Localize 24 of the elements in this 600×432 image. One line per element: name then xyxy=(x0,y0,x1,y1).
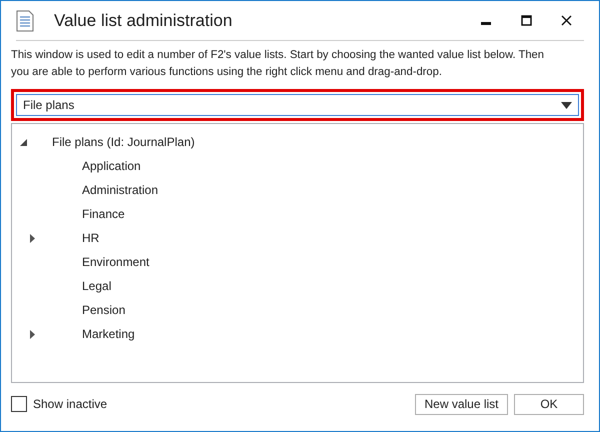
tree-item[interactable]: Application xyxy=(82,159,141,173)
document-icon xyxy=(16,10,34,32)
tree-item[interactable]: File plans (Id: JournalPlan) xyxy=(52,135,195,149)
checkbox-label: Show inactive xyxy=(33,397,108,411)
minimize-icon xyxy=(481,22,491,25)
collapsed-arrow-icon[interactable] xyxy=(30,234,35,242)
expanded-arrow-icon[interactable] xyxy=(20,138,27,146)
window-title: Value list administration xyxy=(54,10,234,30)
tree-item[interactable]: Administration xyxy=(82,183,158,197)
description-text: This window is used to edit a number of F2's value lists. Start by choosing the wanted value list below. Then you are able to perform various functions using the right click menu and drag-and-drop. xyxy=(11,48,545,80)
value-list-dropdown[interactable]: File plans xyxy=(16,94,579,116)
tree-item[interactable]: Legal xyxy=(82,279,112,293)
dialog-button[interactable]: OK xyxy=(514,394,584,414)
caret-icon xyxy=(561,102,572,108)
tree-item[interactable]: Pension xyxy=(82,303,126,317)
checkbox[interactable] xyxy=(11,396,27,412)
maximize-icon xyxy=(520,15,532,26)
tree-item[interactable]: Environment xyxy=(82,255,150,269)
tree-item[interactable]: HR xyxy=(82,231,100,245)
tree-item[interactable]: Marketing xyxy=(82,327,135,341)
dialog-button[interactable]: New value list xyxy=(415,394,508,414)
collapsed-arrow-icon[interactable] xyxy=(30,330,35,338)
tree-item[interactable]: Finance xyxy=(82,207,125,221)
close-icon xyxy=(560,15,572,26)
